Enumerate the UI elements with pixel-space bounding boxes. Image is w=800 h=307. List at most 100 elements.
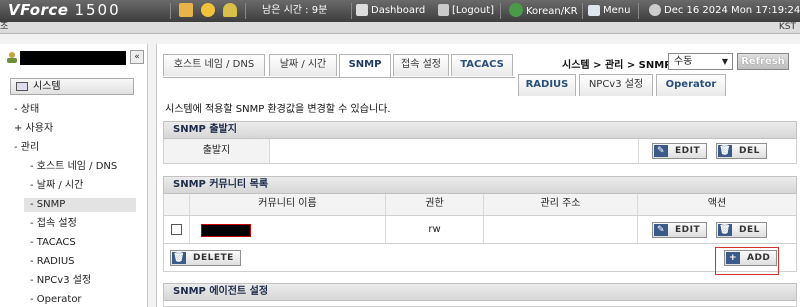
- tab-radius[interactable]: RADIUS: [518, 74, 576, 96]
- tab-snmp[interactable]: SNMP: [339, 54, 391, 78]
- community-actions-row: 🗑 DELETE + ADD: [163, 244, 797, 272]
- user-icon: [223, 3, 237, 17]
- row-checkbox[interactable]: [171, 224, 182, 235]
- logout-label: [Logout]: [452, 5, 495, 16]
- edit-label: EDIT: [675, 146, 701, 156]
- logout-link[interactable]: [Logout]: [438, 3, 494, 19]
- top-bar: VForce 1500 남은 시간 : 9분 Dashboard [Logout]…: [0, 0, 800, 22]
- dashboard-link[interactable]: Dashboard: [356, 3, 425, 19]
- header-action: 액션: [707, 198, 727, 209]
- datetime-label: Dec 16 2024 Mon 17:19:24: [664, 5, 800, 16]
- edit-label: EDIT: [675, 225, 701, 235]
- sidebar-item-users[interactable]: + 사용자: [14, 122, 53, 136]
- menu-label: Menu: [603, 5, 631, 16]
- header-community-name: 커뮤니티 이름: [190, 194, 386, 215]
- community-name-cell: [190, 216, 386, 243]
- row-del-button[interactable]: 🗑 DEL: [716, 222, 767, 238]
- sidebar-item-tacacs[interactable]: - TACACS: [30, 236, 76, 250]
- menu-button[interactable]: Menu: [588, 3, 630, 19]
- sidebar-item-date-time[interactable]: - 날짜 / 시간: [30, 179, 83, 193]
- separator: [582, 3, 583, 19]
- dashboard-icon: [356, 4, 368, 16]
- sidebar-item-status[interactable]: - 상태: [14, 103, 39, 117]
- refresh-button[interactable]: Refresh: [737, 53, 789, 70]
- tab-npcv3[interactable]: NPCv3 설정: [579, 74, 653, 96]
- remaining-time: 남은 시간 : 9분: [262, 5, 328, 16]
- tab-date-time[interactable]: 날짜 / 시간: [269, 54, 337, 76]
- clock: Dec 16 2024 Mon 17:19:24: [649, 3, 800, 19]
- pencil-icon: ✎: [654, 145, 668, 157]
- source-panel-header: SNMP 출발지: [163, 121, 797, 139]
- globe-icon: [509, 3, 523, 17]
- sidebar-item-snmp[interactable]: - SNMP: [24, 198, 136, 212]
- tab-hostname-dns[interactable]: 호스트 네임 / DNS: [163, 54, 265, 76]
- system-icon: [16, 82, 28, 91]
- community-panel-header: SNMP 커뮤니티 목록: [163, 176, 797, 194]
- row-edit-button[interactable]: ✎ EDIT: [652, 222, 708, 238]
- refresh-mode-select[interactable]: 수동 ▼: [668, 53, 733, 70]
- sidebar: « 시스템 - 상태 + 사용자 - 관리 - 호스트 네임 / DNS - 날…: [0, 44, 148, 307]
- redacted-community-name: [201, 224, 251, 237]
- main-content: 호스트 네임 / DNS 날짜 / 시간 SNMP 접속 설정 TACACS R…: [156, 44, 800, 307]
- delete-selected-button[interactable]: 🗑 DELETE: [170, 250, 241, 266]
- collapse-sidebar-button[interactable]: «: [130, 50, 144, 64]
- sidebar-item-management[interactable]: - 관리: [14, 141, 39, 155]
- del-label: DEL: [739, 225, 760, 235]
- logout-icon: [438, 4, 449, 16]
- separator: [500, 3, 501, 19]
- sidebar-item-hostname-dns[interactable]: - 호스트 네임 / DNS: [30, 160, 117, 174]
- home-icon: [179, 3, 193, 17]
- sidebar-item-radius[interactable]: - RADIUS: [30, 255, 75, 269]
- source-label: 출발지: [164, 139, 270, 163]
- tab-baseline: [163, 77, 515, 78]
- source-row: 출발지 ✎ EDIT 🗑 DEL: [163, 139, 797, 164]
- timezone-label: KST: [778, 22, 796, 32]
- separator: [245, 3, 246, 19]
- brand-name: VForce: [8, 1, 69, 19]
- source-del-button[interactable]: 🗑 DEL: [716, 143, 767, 159]
- pencil-icon: ✎: [654, 224, 668, 236]
- language-selector[interactable]: Korean/KR: [509, 3, 578, 19]
- trash-icon: 🗑: [172, 252, 186, 264]
- row-select-cell: [164, 216, 190, 243]
- sidebar-item-npcv3[interactable]: - NPCv3 설정: [30, 274, 91, 288]
- add-button-highlight: [715, 247, 779, 275]
- notification-button[interactable]: [201, 3, 218, 19]
- tab-tacacs[interactable]: TACACS: [451, 54, 513, 76]
- source-edit-button[interactable]: ✎ EDIT: [652, 143, 708, 159]
- community-table-header: 커뮤니티 이름 권한 관리 주소 액션: [163, 194, 797, 216]
- clock-icon: [649, 4, 661, 16]
- tab-access[interactable]: 접속 설정: [393, 54, 449, 76]
- menu-icon: [588, 5, 600, 16]
- refresh-mode-value: 수동: [674, 56, 693, 67]
- address-cell: [484, 216, 638, 243]
- redacted-username: [20, 51, 126, 65]
- header-permission: 권한: [386, 194, 484, 215]
- trash-icon: 🗑: [718, 224, 732, 236]
- trash-icon: 🗑: [718, 145, 732, 157]
- separator: [170, 3, 171, 19]
- header-select: [164, 194, 190, 215]
- agent-panel-body: [163, 301, 797, 307]
- sidebar-item-operator[interactable]: - Operator: [30, 293, 82, 307]
- subbar-left-text: 조: [0, 22, 9, 32]
- home-button[interactable]: [179, 3, 196, 19]
- brand-model: 1500: [74, 1, 121, 19]
- chevron-down-icon: ▼: [721, 57, 728, 66]
- sidebar-item-access[interactable]: - 접속 설정: [30, 217, 77, 231]
- dashboard-label: Dashboard: [371, 5, 426, 16]
- user-button[interactable]: [223, 3, 240, 19]
- page-description: 시스템에 적용할 SNMP 환경값을 변경할 수 있습니다.: [165, 104, 391, 115]
- separator: [351, 3, 352, 19]
- brand-logo: VForce 1500: [8, 1, 121, 19]
- delete-label: DELETE: [193, 253, 234, 263]
- separator: [638, 3, 639, 19]
- language-label: Korean/KR: [526, 6, 578, 17]
- user-icon: [7, 52, 17, 63]
- breadcrumb: 시스템 > 관리 > SNMP: [562, 60, 672, 71]
- tab-operator[interactable]: Operator: [656, 74, 726, 96]
- permission-cell: rw: [386, 216, 484, 243]
- sidebar-section-system[interactable]: 시스템: [10, 78, 134, 95]
- header-address: 관리 주소: [484, 194, 638, 215]
- table-row: rw ✎ EDIT 🗑 DEL: [163, 216, 797, 244]
